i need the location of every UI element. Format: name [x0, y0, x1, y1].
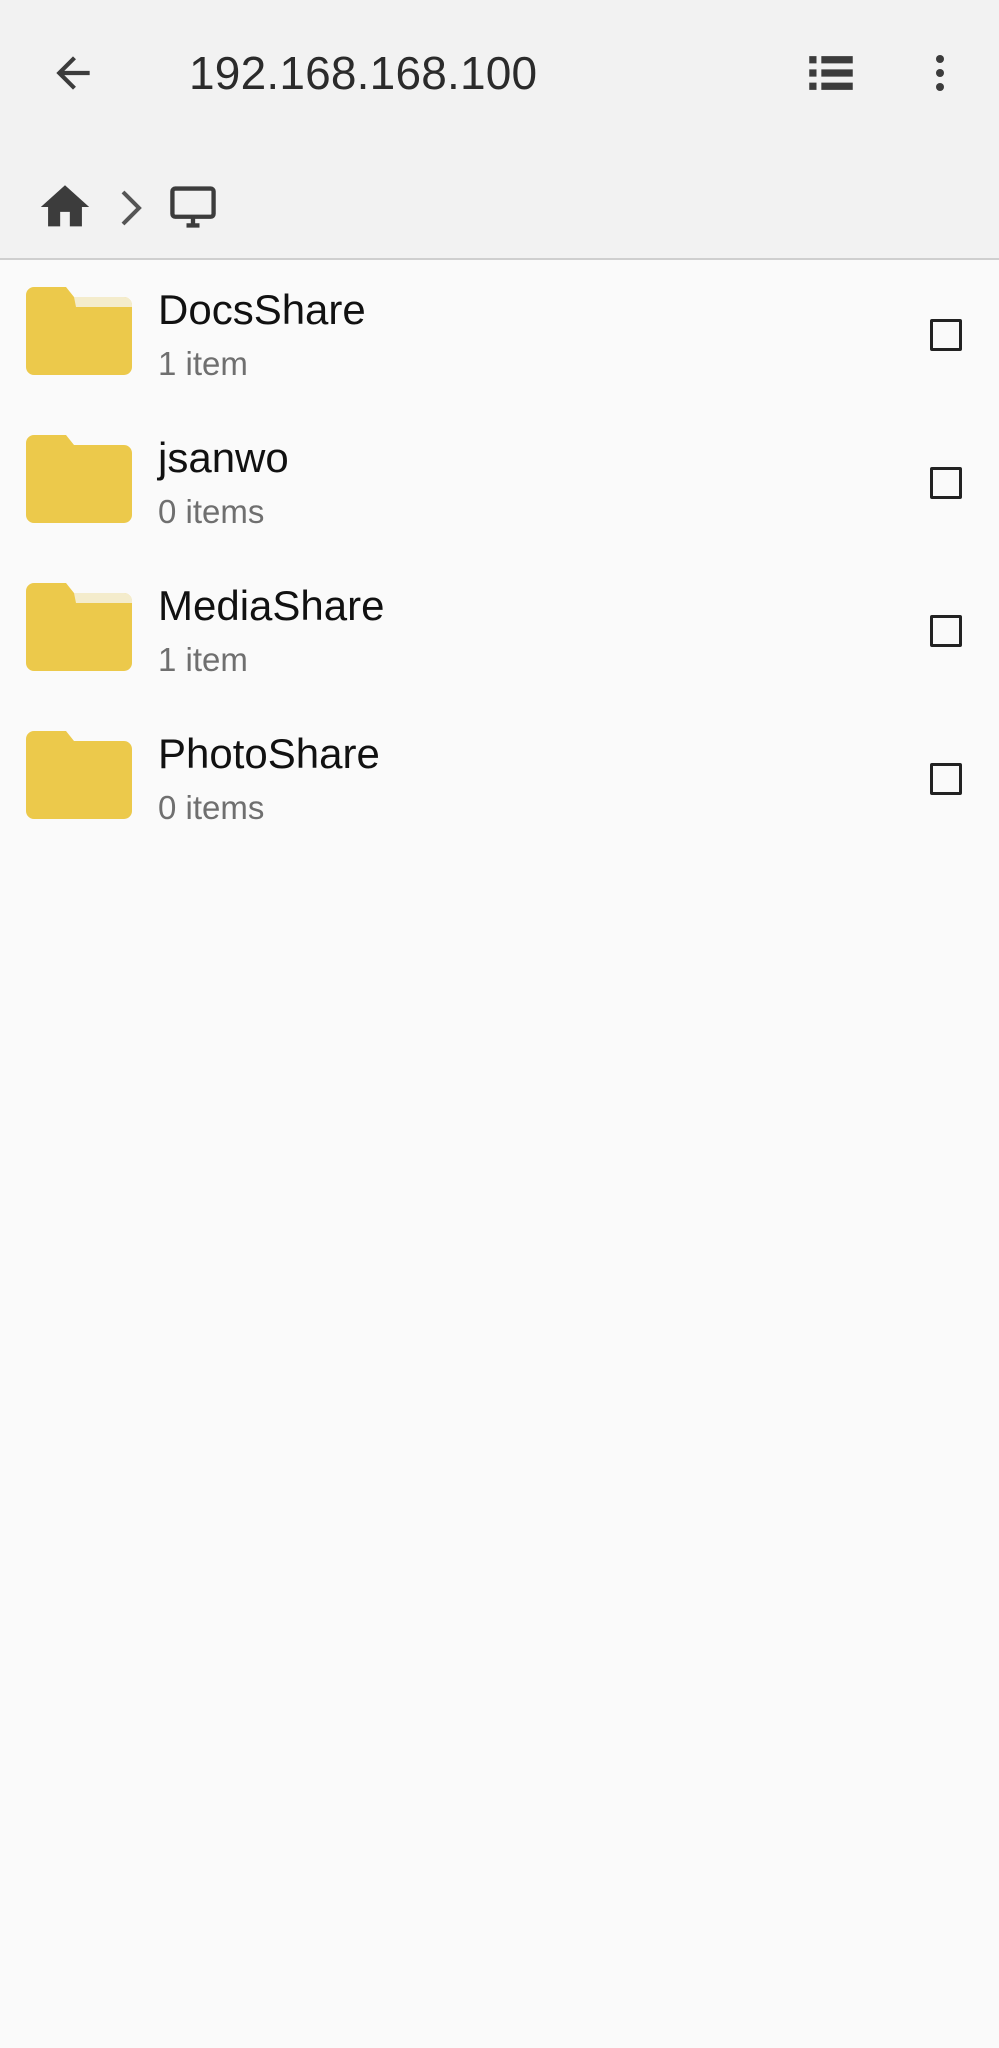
file-name: jsanwo [158, 434, 289, 481]
folder-icon [26, 287, 132, 375]
breadcrumb [0, 146, 999, 260]
file-row-mediashare[interactable]: MediaShare 1 item [0, 556, 999, 704]
file-name: MediaShare [158, 582, 385, 629]
home-icon [40, 185, 90, 227]
file-item-count: 1 item [158, 345, 248, 382]
select-checkbox[interactable] [930, 319, 962, 351]
breadcrumb-separator [113, 180, 149, 236]
page-title: 192.168.168.100 [189, 47, 538, 99]
file-browser-screen: 192.168.168.100 DocsShare 1 item jsanwo … [0, 0, 999, 2048]
select-checkbox[interactable] [930, 615, 962, 647]
file-row-photoshare[interactable]: PhotoShare 0 items [0, 704, 999, 852]
arrow-back-icon [56, 56, 90, 90]
chevron-right-icon [121, 190, 142, 226]
file-name: PhotoShare [158, 730, 380, 777]
file-item-count: 1 item [158, 641, 248, 678]
file-item-count: 0 items [158, 493, 265, 530]
folder-icon [26, 435, 132, 523]
file-name: DocsShare [158, 286, 366, 333]
file-list: DocsShare 1 item jsanwo 0 items MediaSha… [0, 260, 999, 852]
list-view-icon [809, 56, 853, 90]
select-checkbox[interactable] [930, 763, 962, 795]
back-button[interactable] [33, 33, 113, 113]
select-checkbox[interactable] [930, 467, 962, 499]
list-view-button[interactable] [791, 33, 871, 113]
top-app-bar: 192.168.168.100 [0, 0, 999, 146]
breadcrumb-home[interactable] [30, 172, 100, 242]
more-options-button[interactable] [900, 33, 980, 113]
file-row-jsanwo[interactable]: jsanwo 0 items [0, 408, 999, 556]
breadcrumb-device[interactable] [158, 172, 228, 242]
folder-icon [26, 583, 132, 671]
folder-icon [26, 731, 132, 819]
monitor-icon [170, 186, 216, 228]
file-row-docsshare[interactable]: DocsShare 1 item [0, 260, 999, 408]
more-vert-icon [936, 55, 944, 91]
file-item-count: 0 items [158, 789, 265, 826]
